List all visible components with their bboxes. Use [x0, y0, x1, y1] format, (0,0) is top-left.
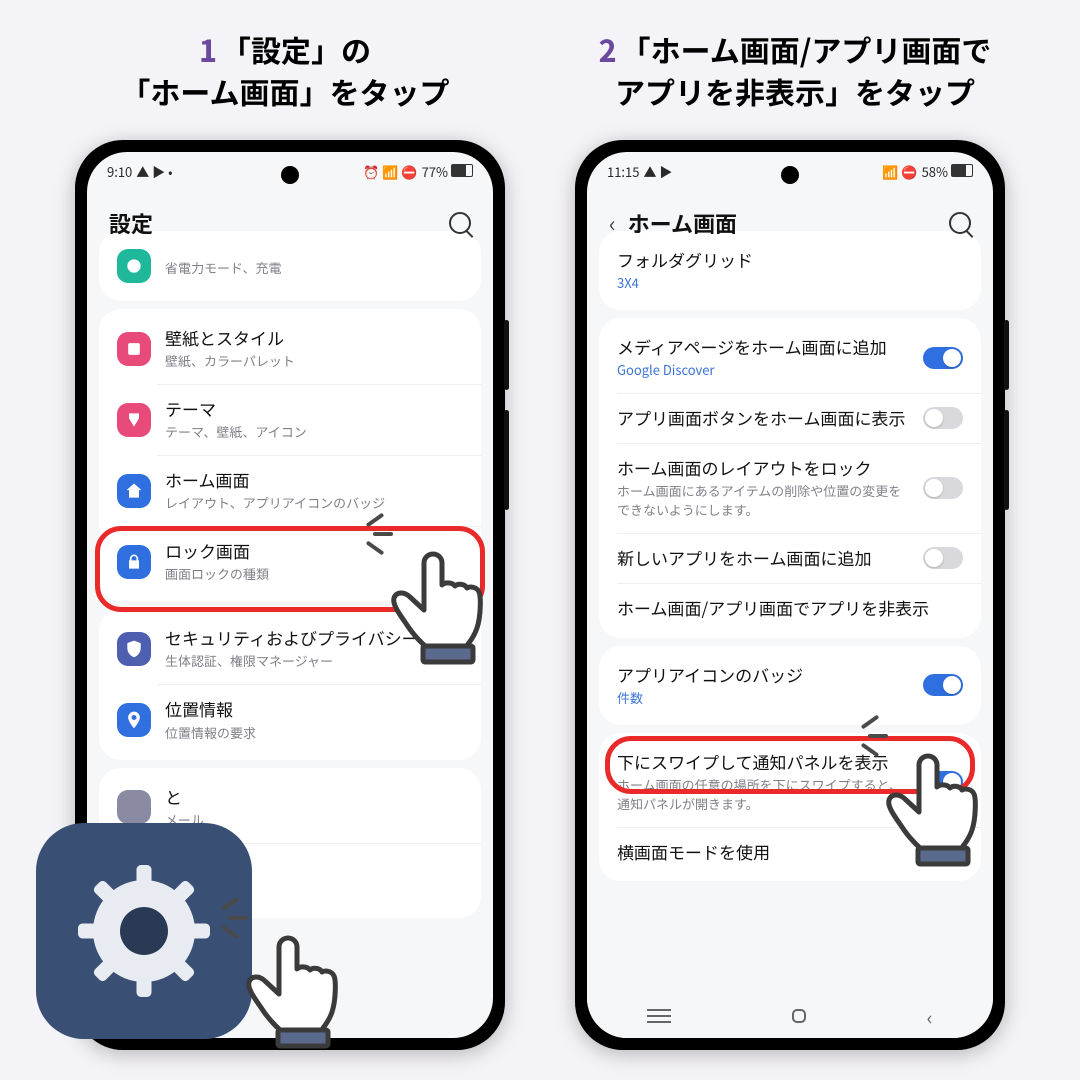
- status-battery: 58%: [922, 162, 973, 181]
- home-row-landscape-title: 横画面モードを使用: [617, 841, 909, 863]
- settings-row-lock-title: ロック画面: [165, 540, 463, 562]
- home-row-media-page-sub: Google Discover: [617, 360, 909, 379]
- toggle-landscape[interactable]: [923, 841, 963, 863]
- home-group-swipe: 下にスワイプして通知パネルを表示 ホーム画面の任意の場所を下にスワイプすると、通…: [599, 733, 981, 881]
- toggle-lock-layout[interactable]: [923, 477, 963, 499]
- settings-row-security-sub: 生体認証、権限マネージャー: [165, 651, 463, 670]
- home-row-hide-apps[interactable]: ホーム画面/アプリ画面でアプリを非表示: [599, 583, 981, 633]
- home-row-badge-sub: 件数: [617, 688, 909, 707]
- step-1-text: 「設定」の 「ホーム画面」をタップ: [120, 27, 449, 113]
- home-row-swipe[interactable]: 下にスワイプして通知パネルを表示 ホーム画面の任意の場所を下にスワイプすると、通…: [599, 737, 981, 827]
- settings-row-battery[interactable]: 省電力モード、充電: [99, 235, 481, 297]
- themes-icon: [117, 403, 151, 437]
- home-row-new-app-title: 新しいアプリをホーム画面に追加: [617, 547, 909, 569]
- home-icon: [117, 474, 151, 508]
- settings-row-accounts-title: と: [165, 786, 463, 808]
- status-left-icons: ▲ ▶: [643, 162, 672, 181]
- settings-row-wallpaper-title: 壁紙とスタイル: [165, 327, 463, 349]
- step-1-number: 1: [199, 27, 217, 71]
- settings-row-home-sub: レイアウト、アプリアイコンのバッジ: [165, 493, 463, 512]
- settings-group-battery: 省電力モード、充電: [99, 231, 481, 301]
- settings-row-themes[interactable]: テーマ テーマ、壁紙、アイコン: [99, 384, 481, 455]
- home-row-swipe-title: 下にスワイプして通知パネルを表示: [617, 751, 909, 773]
- settings-row-location[interactable]: 位置情報 位置情報の要求: [99, 684, 481, 755]
- battery-icon: [117, 249, 151, 283]
- settings-row-home[interactable]: ホーム画面 レイアウト、アプリアイコンのバッジ: [99, 455, 481, 526]
- settings-row-wallpaper-sub: 壁紙、カラーパレット: [165, 351, 463, 370]
- nav-home-icon[interactable]: [792, 1009, 806, 1023]
- home-row-app-button-title: アプリ画面ボタンをホーム画面に表示: [617, 407, 909, 429]
- home-row-badge-title: アプリアイコンのバッジ: [617, 664, 909, 686]
- settings-group-display: 壁紙とスタイル 壁紙、カラーパレット テーマ テーマ、壁紙、アイコン ホーム: [99, 309, 481, 601]
- toggle-media-page[interactable]: [923, 347, 963, 369]
- settings-row-lock-sub: 画面ロックの種類: [165, 564, 463, 583]
- toggle-swipe[interactable]: [923, 771, 963, 793]
- camera-notch: [781, 166, 799, 184]
- status-time: 11:15: [607, 162, 639, 181]
- settings-row-wallpaper[interactable]: 壁紙とスタイル 壁紙、カラーパレット: [99, 313, 481, 384]
- search-icon[interactable]: [949, 212, 971, 234]
- search-icon[interactable]: [449, 212, 471, 234]
- nav-back-icon[interactable]: ‹: [927, 1002, 933, 1031]
- home-row-badge[interactable]: アプリアイコンのバッジ 件数: [599, 650, 981, 721]
- toggle-new-app[interactable]: [923, 547, 963, 569]
- status-right-icons: ⏰ 📶 ⛔: [363, 162, 417, 181]
- toggle-badge[interactable]: [923, 674, 963, 696]
- nav-recent-icon[interactable]: [647, 1009, 671, 1023]
- location-icon: [117, 703, 151, 737]
- home-row-app-button[interactable]: アプリ画面ボタンをホーム画面に表示: [599, 393, 981, 443]
- step-2-text: 「ホーム画面/アプリ画面で アプリを非表示」をタップ: [615, 27, 991, 113]
- home-row-lock-layout-title: ホーム画面のレイアウトをロック: [617, 457, 909, 479]
- home-group-main: メディアページをホーム画面に追加 Google Discover アプリ画面ボタ…: [599, 318, 981, 637]
- home-row-lock-layout-sub: ホーム画面にあるアイテムの削除や位置の変更をできないようにします。: [617, 481, 909, 519]
- phone-right: 11:15 ▲ ▶ 📶 ⛔ 58% ‹ ホーム画面 フォルダグリッド 3X4: [575, 140, 1005, 1050]
- toggle-app-button[interactable]: [923, 407, 963, 429]
- lock-icon: [117, 545, 151, 579]
- settings-group-security: セキュリティおよびプライバシー 生体認証、権限マネージャー 位置情報 位置情報の…: [99, 609, 481, 759]
- settings-app-icon: [36, 823, 252, 1039]
- settings-row-themes-title: テーマ: [165, 398, 463, 420]
- settings-row-location-title: 位置情報: [165, 698, 463, 720]
- home-row-folder-grid-sub: 3X4: [617, 273, 963, 292]
- home-row-new-app[interactable]: 新しいアプリをホーム画面に追加: [599, 533, 981, 583]
- status-battery: 77%: [422, 162, 473, 181]
- home-row-lock-layout[interactable]: ホーム画面のレイアウトをロック ホーム画面にあるアイテムの削除や位置の変更をでき…: [599, 443, 981, 533]
- shield-icon: [117, 632, 151, 666]
- profile-icon: [117, 790, 151, 824]
- status-right-icons: 📶 ⛔: [882, 162, 917, 181]
- settings-row-location-sub: 位置情報の要求: [165, 723, 463, 742]
- home-group-badge: アプリアイコンのバッジ 件数: [599, 646, 981, 725]
- home-row-folder-grid[interactable]: フォルダグリッド 3X4: [599, 235, 981, 306]
- step-1-caption: 1「設定」の 「ホーム画面」をタップ: [70, 28, 500, 112]
- home-row-landscape[interactable]: 横画面モードを使用: [599, 827, 981, 877]
- home-row-swipe-sub: ホーム画面の任意の場所を下にスワイプすると、通知パネルが開きます。: [617, 775, 909, 813]
- camera-notch: [281, 166, 299, 184]
- step-2-caption: 2「ホーム画面/アプリ画面で アプリを非表示」をタップ: [540, 28, 1050, 112]
- settings-row-home-title: ホーム画面: [165, 469, 463, 491]
- settings-row-battery-sub: 省電力モード、充電: [165, 258, 463, 277]
- home-row-media-page-title: メディアページをホーム画面に追加: [617, 336, 909, 358]
- settings-row-security[interactable]: セキュリティおよびプライバシー 生体認証、権限マネージャー: [99, 613, 481, 684]
- home-row-media-page[interactable]: メディアページをホーム画面に追加 Google Discover: [599, 322, 981, 393]
- wallpaper-icon: [117, 332, 151, 366]
- nav-bar: ‹: [587, 994, 993, 1038]
- step-2-number: 2: [599, 27, 617, 71]
- settings-row-security-title: セキュリティおよびプライバシー: [165, 627, 463, 649]
- settings-row-themes-sub: テーマ、壁紙、アイコン: [165, 422, 463, 441]
- status-left-icons: ▲ ▶ •: [136, 162, 172, 181]
- home-row-hide-apps-title: ホーム画面/アプリ画面でアプリを非表示: [617, 597, 963, 619]
- home-row-folder-grid-title: フォルダグリッド: [617, 249, 963, 271]
- phone-right-screen: 11:15 ▲ ▶ 📶 ⛔ 58% ‹ ホーム画面 フォルダグリッド 3X4: [587, 152, 993, 1038]
- status-time: 9:10: [107, 162, 132, 181]
- settings-row-lock[interactable]: ロック画面 画面ロックの種類: [99, 526, 481, 597]
- home-group-grid: フォルダグリッド 3X4: [599, 231, 981, 310]
